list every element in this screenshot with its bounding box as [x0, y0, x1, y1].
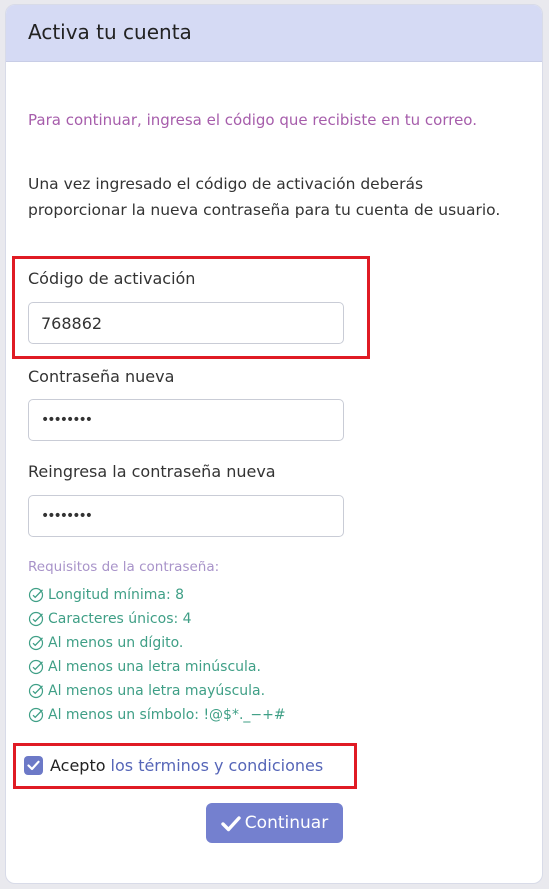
requirement-item: Al menos un dígito.: [28, 631, 286, 655]
requirement-item: Caracteres únicos: 4: [28, 607, 286, 631]
terms-checkbox[interactable]: [24, 756, 43, 775]
page-title: Activa tu cuenta: [28, 20, 192, 44]
requirement-item: Longitud mínima: 8: [28, 583, 286, 607]
check-circle-icon: [28, 587, 44, 603]
check-circle-icon: [28, 659, 44, 675]
requirement-text: Al menos un dígito.: [48, 635, 184, 651]
check-circle-icon: [28, 707, 44, 723]
repeat-password-label: Reingresa la contraseña nueva: [28, 462, 276, 481]
intro-text: Para continuar, ingresa el código que re…: [28, 111, 477, 129]
new-password-input[interactable]: [28, 399, 344, 441]
requirement-item: Al menos una letra minúscula.: [28, 655, 286, 679]
requirement-item: Al menos una letra mayúscula.: [28, 679, 286, 703]
terms-link[interactable]: los términos y condiciones: [111, 756, 324, 775]
requirements-list: Longitud mínima: 8 Caracteres únicos: 4 …: [28, 583, 286, 727]
terms-row: Acepto los términos y condiciones: [24, 756, 323, 775]
continue-button[interactable]: Continuar: [206, 803, 343, 843]
checkmark-icon: [27, 760, 40, 771]
checkmark-icon: [221, 815, 241, 831]
requirement-text: Al menos una letra mayúscula.: [48, 683, 266, 699]
requirement-text: Longitud mínima: 8: [48, 587, 185, 603]
terms-accept-label: Acepto: [50, 756, 106, 775]
description-text: Una vez ingresado el código de activació…: [28, 175, 501, 219]
check-circle-icon: [28, 683, 44, 699]
requirement-text: Caracteres únicos: 4: [48, 611, 192, 627]
activation-card: Activa tu cuenta Para continuar, ingresa…: [5, 4, 543, 884]
code-input[interactable]: [28, 302, 344, 344]
card-header: Activa tu cuenta: [6, 5, 542, 62]
check-circle-icon: [28, 635, 44, 651]
requirement-text: Al menos un símbolo: !@$*._−+#: [48, 707, 286, 723]
requirement-item: Al menos un símbolo: !@$*._−+#: [28, 703, 286, 727]
check-circle-icon: [28, 611, 44, 627]
repeat-password-input[interactable]: [28, 495, 344, 537]
new-password-label: Contraseña nueva: [28, 367, 175, 386]
requirement-text: Al menos una letra minúscula.: [48, 659, 261, 675]
requirements-title: Requisitos de la contraseña:: [28, 559, 220, 575]
continue-button-label: Continuar: [244, 813, 329, 833]
code-label: Código de activación: [28, 269, 196, 288]
